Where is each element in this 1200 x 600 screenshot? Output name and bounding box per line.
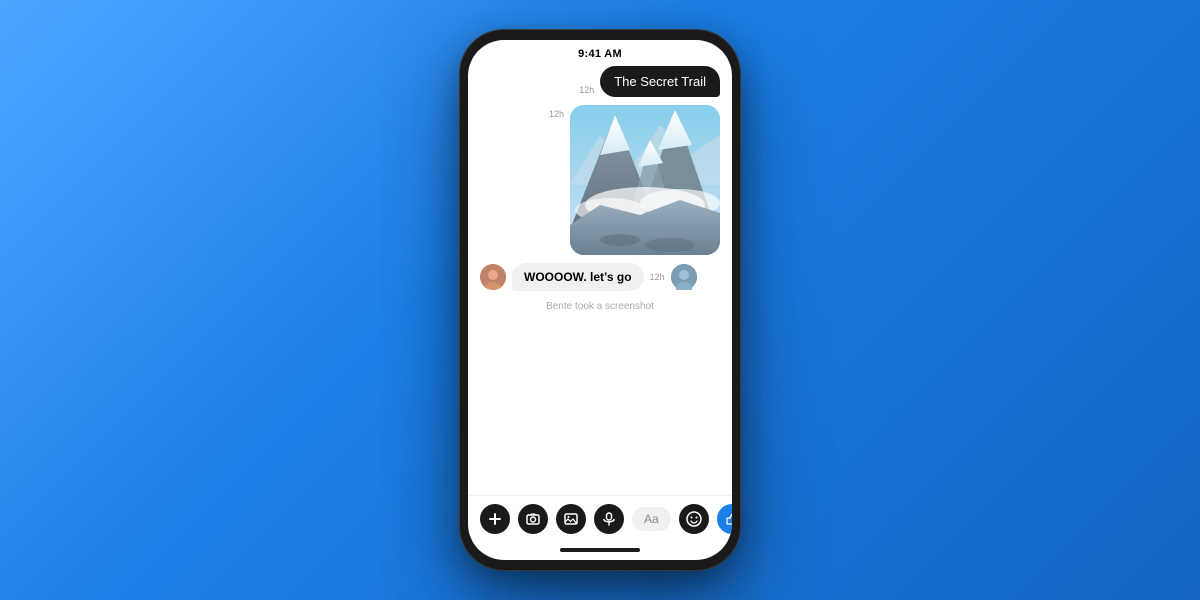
microphone-button[interactable] — [594, 504, 624, 534]
message-incoming-text: WOOOOW. let’s go 12h — [480, 263, 720, 291]
status-time: 9:41 AM — [578, 48, 622, 60]
message-input[interactable]: Aa — [632, 507, 671, 531]
toolbar: Aa — [468, 495, 732, 542]
phone-mockup: 9:41 AM 12h The Secret Trail 12h — [460, 30, 740, 570]
message-outgoing-text: 12h The Secret Trail — [480, 66, 720, 97]
message-outgoing-image: 12h — [480, 105, 720, 255]
screenshot-notice: Bente took a screenshot — [480, 299, 720, 314]
image-button[interactable] — [556, 504, 586, 534]
input-placeholder: Aa — [644, 512, 659, 526]
home-bar — [560, 548, 640, 552]
plus-button[interactable] — [480, 504, 510, 534]
mountain-image[interactable] — [570, 105, 720, 255]
incoming-time: 12h — [650, 272, 665, 282]
bubble-secret-trail: The Secret Trail — [600, 66, 720, 97]
home-indicator — [468, 542, 732, 560]
message-time-1: 12h — [579, 85, 594, 95]
status-bar: 9:41 AM — [468, 40, 732, 62]
bubble-incoming: WOOOOW. let’s go — [512, 263, 644, 291]
emoji-button[interactable] — [679, 504, 709, 534]
camera-button[interactable] — [518, 504, 548, 534]
chat-area: 12h The Secret Trail 12h — [468, 62, 732, 495]
image-time: 12h — [549, 109, 564, 119]
avatar-sender — [480, 264, 506, 290]
phone-screen: 9:41 AM 12h The Secret Trail 12h — [468, 40, 732, 560]
avatar-right — [671, 264, 697, 290]
thumbs-up-button[interactable] — [717, 504, 732, 534]
